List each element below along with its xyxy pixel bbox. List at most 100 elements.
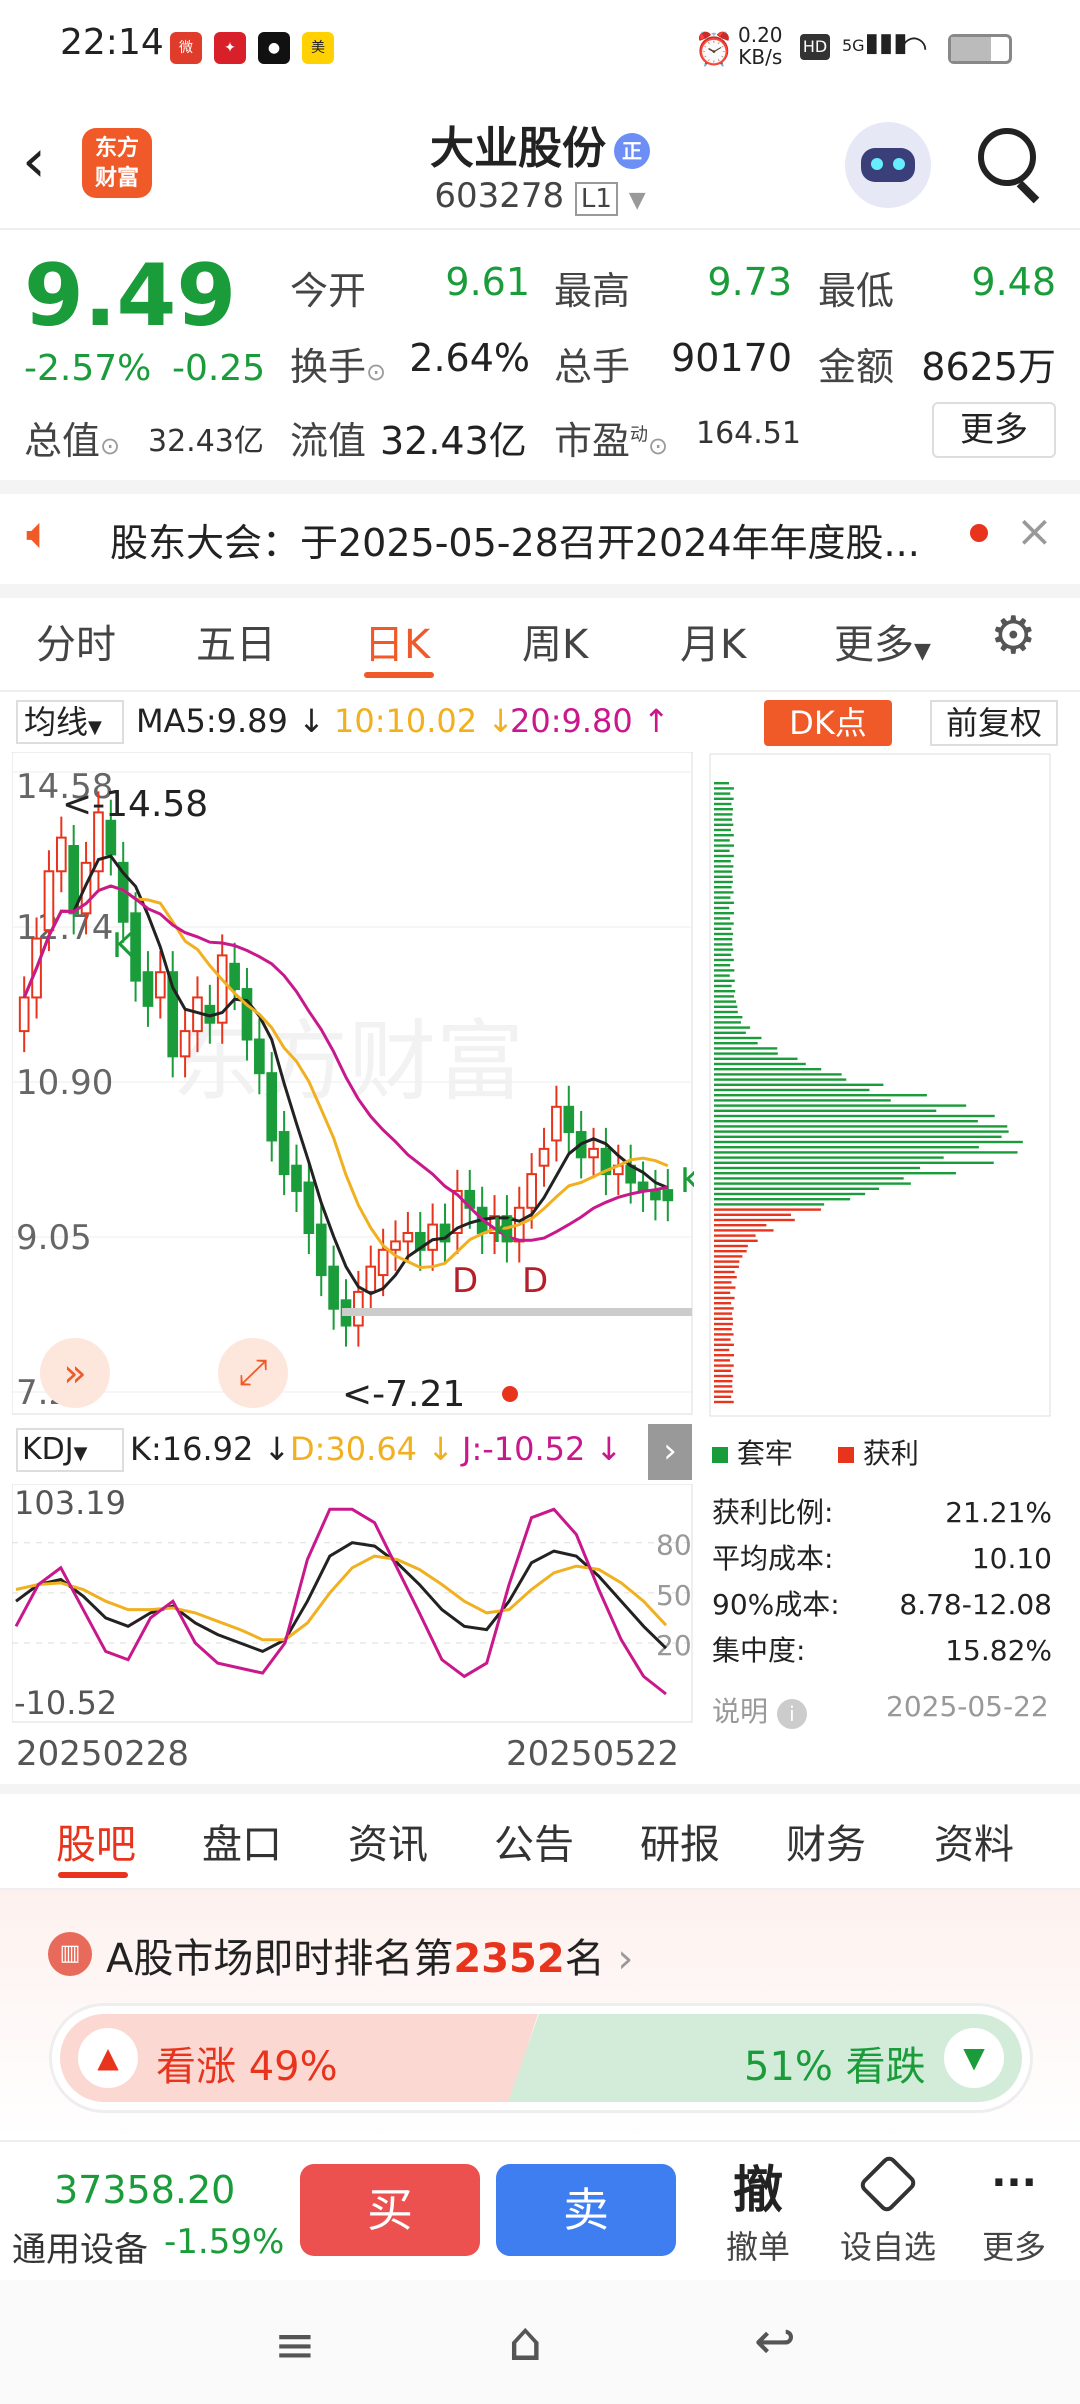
- tab-ziliao[interactable]: 资料: [934, 1812, 1014, 1870]
- high-label: 最高: [554, 269, 631, 313]
- index-value[interactable]: 37358.20: [54, 2168, 235, 2212]
- locked-bar: [714, 995, 734, 998]
- locked-bar: [714, 1052, 778, 1055]
- search-icon[interactable]: [978, 128, 1036, 186]
- tab-zixun[interactable]: 资讯: [348, 1812, 428, 1870]
- locked-bar: [714, 1036, 762, 1040]
- alarm-icon: ⏰: [694, 30, 734, 68]
- profit-bar: [714, 1317, 733, 1320]
- hd-icon: HD: [800, 34, 830, 60]
- locked-bar: [714, 1078, 847, 1081]
- y-tick-label: 10.90: [16, 1063, 113, 1103]
- profit-bar: [714, 1307, 734, 1310]
- bullish-label: 看涨 49%: [156, 2044, 338, 2090]
- chip-note[interactable]: 说明 i: [712, 1690, 807, 1730]
- kdj-d-label: D:30.64 ↓: [290, 1430, 455, 1468]
- fullscreen-icon[interactable]: ⤢: [218, 1338, 288, 1408]
- tab-pankou[interactable]: 盘口: [202, 1812, 282, 1870]
- candle-body: [538, 1147, 550, 1167]
- ma-selector[interactable]: 均线▼: [16, 700, 124, 744]
- locked-bar: [714, 813, 733, 816]
- candle-body: [551, 1105, 562, 1142]
- tab-fenshi[interactable]: 分时: [36, 612, 116, 670]
- kdj-right-tick: 80: [656, 1529, 692, 1562]
- signal-marker: K: [112, 926, 136, 966]
- buy-button[interactable]: 买: [300, 2164, 480, 2256]
- candle-body: [241, 988, 253, 1041]
- tab-more[interactable]: 更多▼: [834, 612, 931, 670]
- profit-bar: [714, 1333, 734, 1336]
- close-icon[interactable]: ×: [1016, 506, 1053, 557]
- robot-avatar[interactable]: [845, 122, 931, 208]
- candle-body: [179, 1030, 191, 1058]
- profit-bar: [714, 1270, 735, 1274]
- level-badge: L1: [574, 182, 618, 216]
- watchlist-label[interactable]: 设自选: [832, 2222, 944, 2268]
- locked-bar: [714, 802, 732, 806]
- bullish-icon[interactable]: ▲: [78, 2028, 138, 2088]
- dk-button[interactable]: DK点: [764, 700, 892, 746]
- kdj-chart[interactable]: 805020103.19-10.52: [12, 1484, 694, 1724]
- locked-bar: [714, 1182, 911, 1185]
- divider: [0, 228, 1080, 230]
- profit-bar: [714, 1260, 740, 1263]
- tab-wuri[interactable]: 五日: [196, 612, 276, 670]
- profit-bar: [714, 1291, 731, 1294]
- tab-zhouk[interactable]: 周K: [522, 612, 588, 670]
- settings-icon[interactable]: ⚙: [990, 606, 1037, 666]
- kdj-selector[interactable]: KDJ▼: [16, 1428, 124, 1472]
- expand-left-icon[interactable]: »: [40, 1338, 110, 1408]
- tab-gonggao[interactable]: 公告: [494, 1812, 574, 1870]
- locked-bar: [714, 1083, 884, 1086]
- chip-stats: 获利比例: 21.21% 平均成本: 10.10 90%成本: 8.78-12.08 …: [712, 1496, 1052, 1667]
- profit-bar: [714, 1369, 732, 1372]
- locked-bar: [714, 834, 734, 837]
- profit-bar: [714, 1234, 756, 1237]
- menu-icon[interactable]: ≡: [274, 2316, 316, 2374]
- kdj-j-line: [14, 1507, 667, 1696]
- collapse-panel-button[interactable]: ›: [648, 1424, 692, 1480]
- tab-rik[interactable]: 日K: [364, 612, 430, 670]
- notice-text[interactable]: 股东大会：于2025-05-28召开2024年年度股...: [110, 512, 920, 567]
- watchlist-icon[interactable]: [857, 2153, 919, 2215]
- app-icon-2: ✦: [214, 32, 246, 64]
- ranking-text[interactable]: A股市场即时排名第2352名 ›: [106, 1926, 633, 1984]
- more-label[interactable]: 更多: [978, 2222, 1050, 2268]
- more-icon[interactable]: ···: [982, 2160, 1046, 2206]
- home-icon[interactable]: ⌂: [508, 2310, 542, 2373]
- sector-name[interactable]: 通用设备: [12, 2222, 148, 2271]
- adjust-button[interactable]: 前复权: [930, 700, 1058, 746]
- locked-bar: [714, 1068, 822, 1071]
- tab-caiwu[interactable]: 财务: [786, 1812, 866, 1870]
- profit-bar: [714, 1328, 732, 1331]
- tab-guba[interactable]: 股吧: [56, 1812, 136, 1870]
- profit-bar: [714, 1322, 733, 1326]
- change-value: -0.25: [172, 348, 266, 389]
- candlestick-chart[interactable]: 东方财富 14.5812.7410.909.057.21<-14.58<-7.2…: [12, 752, 694, 1416]
- net-speed: 0.20 KB/s: [738, 24, 783, 68]
- tab-yuek[interactable]: 月K: [680, 612, 746, 670]
- candle-body: [43, 870, 55, 932]
- candle-body: [377, 1248, 389, 1277]
- locked-bar: [714, 927, 732, 930]
- tab-yanbao[interactable]: 研报: [640, 1812, 720, 1870]
- locked-bar: [714, 818, 733, 821]
- bearish-label: 51% 看跌: [744, 2044, 926, 2090]
- min-price-label: <-7.21: [342, 1374, 465, 1415]
- bearish-icon[interactable]: ▼: [944, 2028, 1004, 2088]
- profit-bar: [714, 1359, 731, 1362]
- candle-body: [55, 836, 67, 873]
- sell-button[interactable]: 卖: [496, 2164, 676, 2256]
- locked-bar: [714, 1140, 1023, 1144]
- back-nav-icon[interactable]: ↩: [754, 2312, 796, 2370]
- cancel-icon[interactable]: 撤: [712, 2150, 804, 2222]
- locked-bar: [714, 1031, 746, 1034]
- candle-body: [315, 1223, 327, 1277]
- cancel-label[interactable]: 撤单: [712, 2222, 804, 2268]
- more-quote-button[interactable]: 更多: [932, 402, 1056, 458]
- candle-body: [266, 1072, 278, 1142]
- battery-icon: [948, 34, 1012, 64]
- low-value: 9.48: [971, 260, 1056, 304]
- high-value: 9.73: [707, 260, 792, 304]
- ma10-label: 10:10.02 ↓: [334, 702, 515, 740]
